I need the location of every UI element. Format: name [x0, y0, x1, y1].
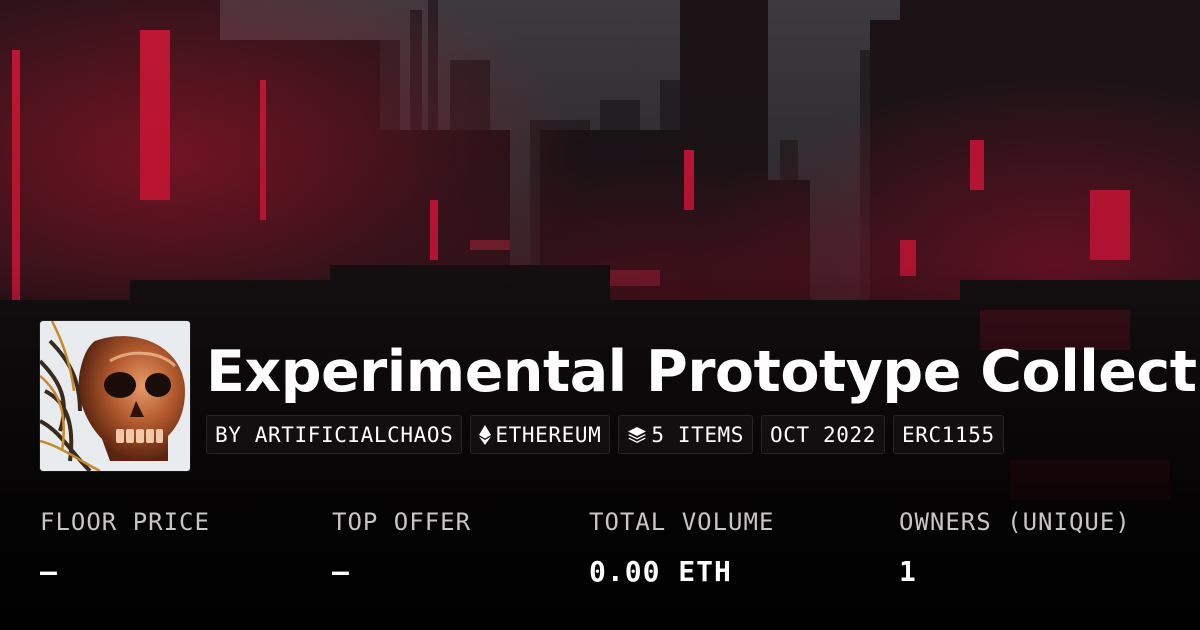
collection-stats: FLOOR PRICE — TOP OFFER — TOTAL VOLUME 0… — [0, 500, 1200, 600]
stat-total-volume: TOTAL VOLUME 0.00 ETH — [589, 500, 774, 595]
stat-owners-label: OWNERS (UNIQUE) — [899, 508, 1131, 536]
stat-owners-value: 1 — [899, 555, 917, 588]
stat-top-offer: TOP OFFER — — [332, 500, 471, 595]
stat-owners: OWNERS (UNIQUE) 1 — [899, 500, 1131, 595]
date-tag: OCT 2022 — [761, 415, 885, 454]
items-tag: 5 ITEMS — [618, 415, 754, 454]
stat-floor-price-label: FLOOR PRICE — [40, 508, 210, 536]
standard-tag: ERC1155 — [893, 415, 1004, 454]
creator-tag[interactable]: BY ARTIFICIALCHAOS — [206, 415, 463, 454]
layers-icon — [627, 426, 647, 444]
items-tag-label: 5 ITEMS — [651, 422, 745, 447]
collection-title: Experimental Prototype Collection — [206, 339, 1200, 405]
chain-tag-label: ETHEREUM — [495, 422, 602, 447]
chain-tag: ETHEREUM — [470, 415, 611, 454]
stat-total-volume-label: TOTAL VOLUME — [589, 508, 775, 536]
creator-tag-label: BY ARTIFICIALCHAOS — [215, 422, 454, 447]
standard-tag-label: ERC1155 — [902, 422, 995, 447]
collection-tags: BY ARTIFICIALCHAOS ETHEREUM 5 ITEMS OCT … — [206, 415, 1004, 454]
date-tag-label: OCT 2022 — [770, 422, 876, 447]
collection-share-card: Experimental Prototype Collection BY ART… — [0, 0, 1200, 630]
stat-top-offer-value: — — [332, 555, 350, 588]
stat-floor-price: FLOOR PRICE — — [40, 500, 210, 595]
stat-top-offer-label: TOP OFFER — [332, 508, 472, 536]
stat-total-volume-value: 0.00 ETH — [589, 555, 732, 588]
stat-floor-price-value: — — [40, 555, 58, 588]
ethereum-icon — [479, 424, 492, 445]
collection-avatar — [40, 321, 190, 471]
